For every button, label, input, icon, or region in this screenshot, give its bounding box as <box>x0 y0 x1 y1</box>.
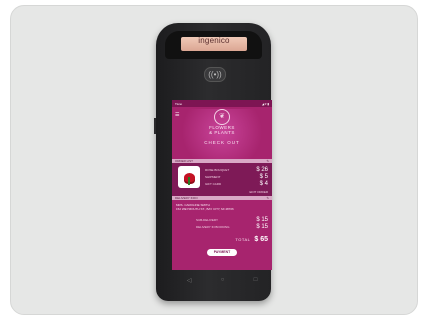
terminal-screen: Tisno ◢ ▾ ▮ ☰ ❦ FLOWERS & PLANTS CHECK O… <box>172 100 272 270</box>
rose-bouquet-image <box>178 166 200 188</box>
item-label: SHIPMENT <box>205 174 221 179</box>
delivery-panel: MRS. CAROLINE SMITH 152 WEYMOUTH ST., BA… <box>172 200 272 262</box>
list-item: ROSE BOUQUET $ 26 <box>205 166 268 173</box>
status-right: ◢ ▾ ▮ <box>261 101 269 106</box>
total-value: $ 65 <box>254 236 268 243</box>
leaf-logo-icon: ❦ <box>214 109 230 125</box>
stem-shape <box>188 177 190 185</box>
recent-apps-icon[interactable]: □ <box>254 277 258 283</box>
item-price: $ 26 <box>256 166 268 173</box>
status-left: Tisno <box>175 101 183 106</box>
fee-label: DELIVERY IN BOOKING <box>196 224 230 229</box>
back-icon[interactable]: ◁ <box>187 277 192 284</box>
total-label: TOTAL <box>235 237 251 242</box>
home-icon[interactable]: ○ <box>221 277 225 283</box>
item-price: $ 5 <box>259 173 268 180</box>
contactless-icon: ((•)) <box>204 67 226 82</box>
fee-value: $ 15 <box>256 216 268 223</box>
list-item: GIFT CARD $ 4 <box>205 180 268 187</box>
order-items: ROSE BOUQUET $ 26 SHIPMENT $ 5 GIFT CARD… <box>205 166 268 187</box>
item-price: $ 4 <box>259 180 268 187</box>
checkout-title: CHECK OUT <box>204 140 240 145</box>
item-label: GIFT CARD <box>205 181 222 186</box>
android-nav-bar: ◁ ○ □ <box>172 276 272 284</box>
fee-value: $ 15 <box>256 223 268 230</box>
status-bar: Tisno ◢ ▾ ▮ <box>172 100 272 107</box>
item-label: ROSE BOUQUET <box>205 167 230 172</box>
list-item: DELIVERY IN BOOKING $ 15 <box>196 223 268 230</box>
payment-button[interactable]: PAYMENT <box>207 249 237 256</box>
brand-strip: ingenico <box>181 37 247 51</box>
edit-order-link[interactable]: EDIT ORDER <box>250 190 268 194</box>
list-item: SHIPMENT $ 5 <box>205 173 268 180</box>
fee-label: SUB-DELIVERY <box>196 217 218 222</box>
header: ☰ ❦ FLOWERS & PLANTS CHECK OUT <box>172 109 272 159</box>
list-item: SUB-DELIVERY $ 15 <box>196 216 268 223</box>
order-panel: ROSE BOUQUET $ 26 SHIPMENT $ 5 GIFT CARD… <box>172 163 272 196</box>
total-row: TOTAL $ 65 <box>176 236 268 243</box>
side-button-left[interactable] <box>154 118 156 134</box>
brand-logo: ingenico <box>198 36 230 45</box>
menu-icon[interactable]: ☰ <box>175 113 179 118</box>
store-name-line2: & PLANTS <box>209 130 235 135</box>
